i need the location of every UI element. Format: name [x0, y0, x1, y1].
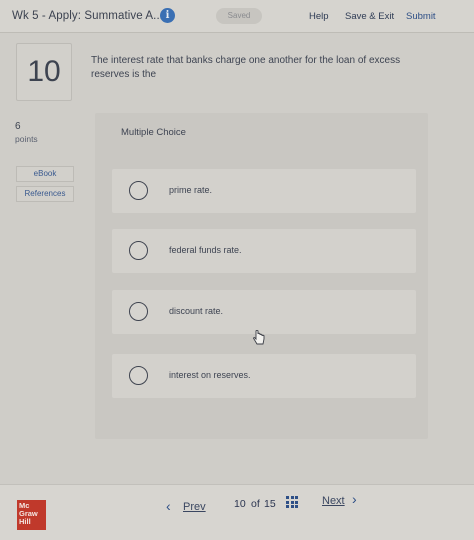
assignment-title[interactable]: Wk 5 - Apply: Summative A... — [12, 10, 163, 22]
answer-option-label: discount rate. — [169, 306, 224, 316]
answer-option-c[interactable]: discount rate. — [112, 290, 416, 334]
question-number: 10 — [16, 43, 72, 101]
chevron-left-icon[interactable]: ‹ — [166, 498, 171, 514]
points-value: 6 — [15, 121, 21, 132]
logo-text: Mc Graw Hill — [19, 501, 38, 526]
mcgraw-hill-logo: Mc Graw Hill — [17, 500, 46, 530]
radio-button[interactable] — [129, 302, 148, 321]
question-prompt: The interest rate that banks charge one … — [91, 55, 401, 80]
saved-status-badge: Saved — [216, 8, 262, 24]
help-link[interactable]: Help — [309, 11, 329, 22]
submit-link[interactable]: Submit — [406, 11, 436, 22]
radio-button[interactable] — [129, 241, 148, 260]
top-bar: Wk 5 - Apply: Summative A... i Saved Hel… — [0, 0, 474, 33]
references-button[interactable]: References — [16, 186, 74, 202]
chevron-right-icon[interactable]: › — [352, 491, 357, 507]
answer-option-d[interactable]: interest on reserves. — [112, 354, 416, 398]
page-of-label: of — [251, 498, 260, 510]
answer-option-label: federal funds rate. — [169, 245, 242, 255]
radio-button[interactable] — [129, 181, 148, 200]
current-page: 10 — [234, 498, 246, 510]
question-type-label: Multiple Choice — [121, 127, 186, 138]
answer-option-label: interest on reserves. — [169, 370, 251, 380]
prev-button[interactable]: Prev — [183, 501, 206, 513]
save-exit-link[interactable]: Save & Exit — [345, 11, 394, 22]
footer-bar — [0, 484, 474, 540]
answer-option-b[interactable]: federal funds rate. — [112, 229, 416, 273]
info-icon[interactable]: i — [160, 8, 175, 23]
points-label: points — [15, 134, 38, 144]
answer-option-label: prime rate. — [169, 185, 213, 195]
hand-cursor-icon — [253, 330, 265, 345]
radio-button[interactable] — [129, 366, 148, 385]
total-pages: 15 — [264, 498, 276, 510]
next-button[interactable]: Next — [322, 495, 345, 507]
answer-option-a[interactable]: prime rate. — [112, 169, 416, 213]
grid-icon[interactable] — [286, 496, 298, 508]
ebook-button[interactable]: eBook — [16, 166, 74, 182]
